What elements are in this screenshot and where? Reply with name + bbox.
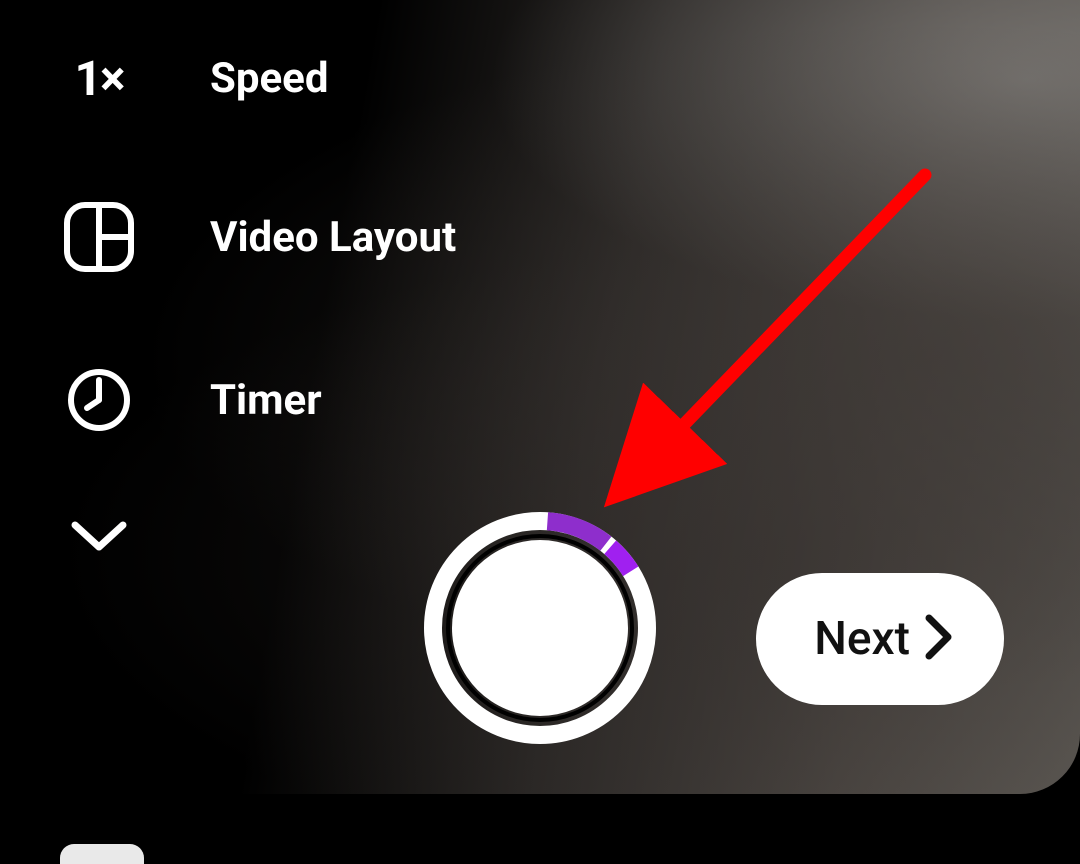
expand-tools-button[interactable] (54, 519, 456, 553)
video-layout-label: Video Layout (210, 213, 456, 262)
speed-label: Speed (210, 54, 329, 103)
timer-tool[interactable]: Timer (54, 367, 456, 433)
timer-icon (54, 367, 144, 433)
video-layout-icon (54, 201, 144, 273)
video-layout-tool[interactable]: Video Layout (54, 201, 456, 273)
record-button-container (424, 512, 656, 744)
timer-label: Timer (210, 376, 322, 425)
speed-icon: 1× (54, 50, 144, 107)
speed-tool[interactable]: 1× Speed (54, 50, 456, 107)
next-button[interactable]: Next (756, 573, 1004, 705)
next-button-label: Next (814, 612, 910, 666)
tools-sidebar: 1× Speed Video Layout T (54, 50, 456, 647)
speed-icon-text: 1× (74, 50, 123, 107)
bottom-tab-peek (60, 844, 144, 864)
bottom-bar (0, 794, 1080, 864)
camera-viewfinder: 1× Speed Video Layout T (0, 0, 1080, 794)
chevron-down-icon (54, 519, 144, 553)
record-button[interactable] (424, 512, 656, 744)
chevron-right-icon (924, 613, 954, 665)
